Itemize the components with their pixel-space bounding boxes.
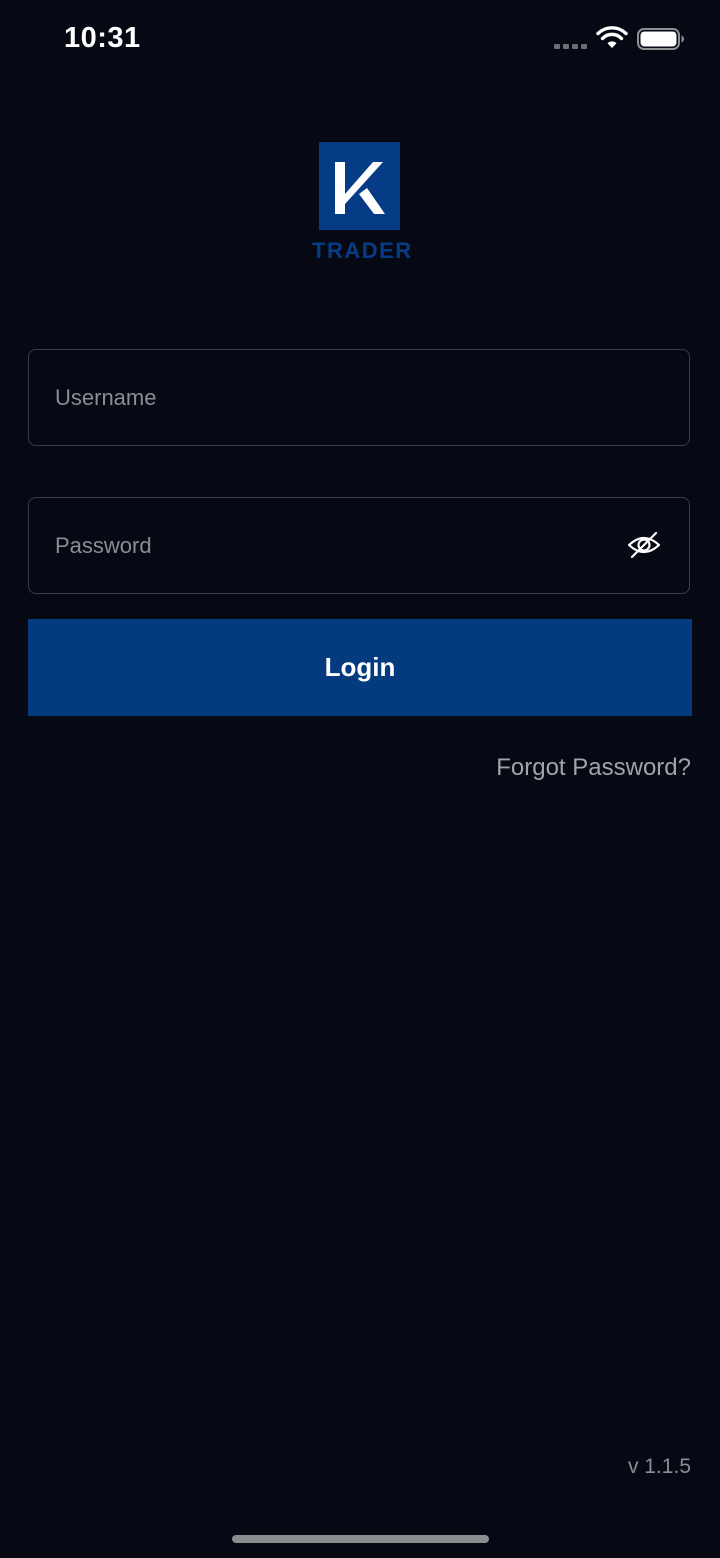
forgot-password-link[interactable]: Forgot Password? [496,754,691,782]
status-bar: 10:31 [0,0,720,80]
logo-mark [319,142,400,230]
eye-slash-icon[interactable] [627,530,661,560]
app-version: v 1.1.5 [627,1455,691,1478]
username-input[interactable] [55,350,615,445]
status-time: 10:31 [64,22,141,54]
home-indicator[interactable] [232,1535,489,1543]
cellular-signal-icon [554,44,587,49]
username-field[interactable] [28,349,690,446]
logo-k-glyph [335,162,385,214]
k-trader-logo: TRADER [312,142,413,266]
password-input[interactable] [55,498,615,593]
password-field[interactable] [28,497,690,594]
wifi-icon [596,26,628,48]
login-button[interactable]: Login [28,619,692,716]
logo-wordmark: TRADER [312,238,413,263]
battery-icon [637,28,684,50]
